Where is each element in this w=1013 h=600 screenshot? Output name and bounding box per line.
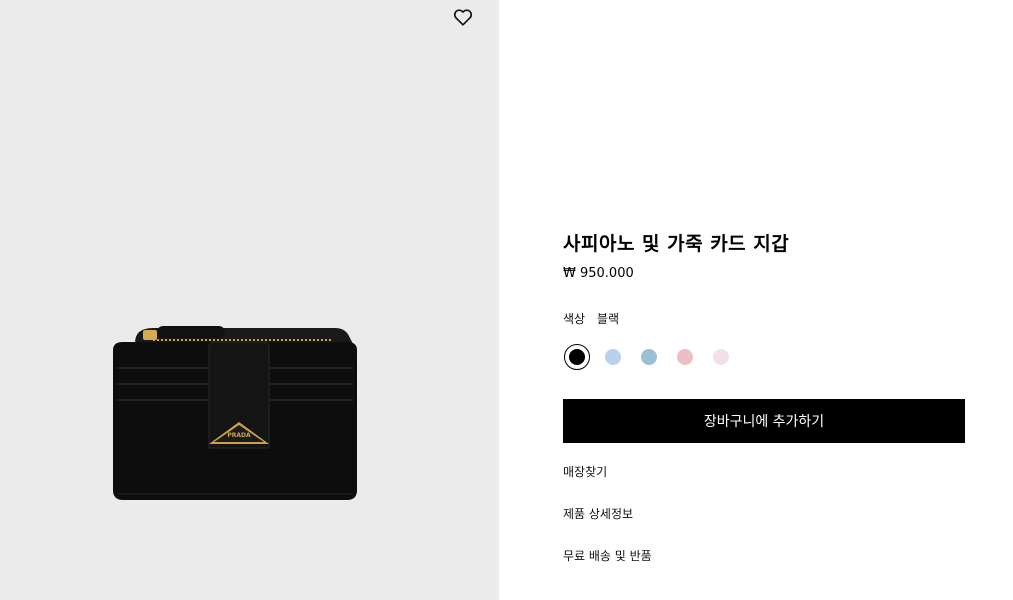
product-price: ₩ 950.000 — [563, 266, 634, 281]
swatch-steel-blue[interactable] — [636, 344, 662, 370]
shipping-returns-link[interactable]: 무료 배송 및 반품 — [563, 547, 652, 564]
color-value: 블랙 — [596, 312, 620, 326]
product-title: 사피아노 및 가죽 카드 지갑 — [563, 233, 790, 255]
product-info-panel: 사피아노 및 가죽 카드 지갑 ₩ 950.000 색상 블랙 장바구니에 추가… — [563, 0, 965, 600]
swatch-light-blue[interactable] — [600, 344, 626, 370]
find-store-link[interactable]: 매장찾기 — [563, 463, 607, 480]
product-image-panel: PRADA — [0, 0, 499, 600]
wishlist-button[interactable] — [451, 5, 475, 29]
swatch-dot — [641, 349, 657, 365]
add-to-cart-button[interactable]: 장바구니에 추가하기 — [563, 399, 965, 443]
product-details-link[interactable]: 제품 상세정보 — [563, 505, 633, 522]
heart-outline-icon — [453, 9, 473, 26]
swatch-dot — [605, 349, 621, 365]
color-label-row: 색상 블랙 — [563, 310, 619, 327]
swatch-pale-pink[interactable] — [708, 344, 734, 370]
color-swatches — [563, 344, 763, 370]
swatch-dot — [713, 349, 729, 365]
swatch-black[interactable] — [564, 344, 590, 370]
swatch-pink[interactable] — [672, 344, 698, 370]
product-image: PRADA — [113, 326, 357, 500]
swatch-dot — [569, 349, 585, 365]
swatch-dot — [677, 349, 693, 365]
color-label: 색상 — [563, 312, 586, 326]
brand-logo-text: PRADA — [227, 432, 251, 439]
